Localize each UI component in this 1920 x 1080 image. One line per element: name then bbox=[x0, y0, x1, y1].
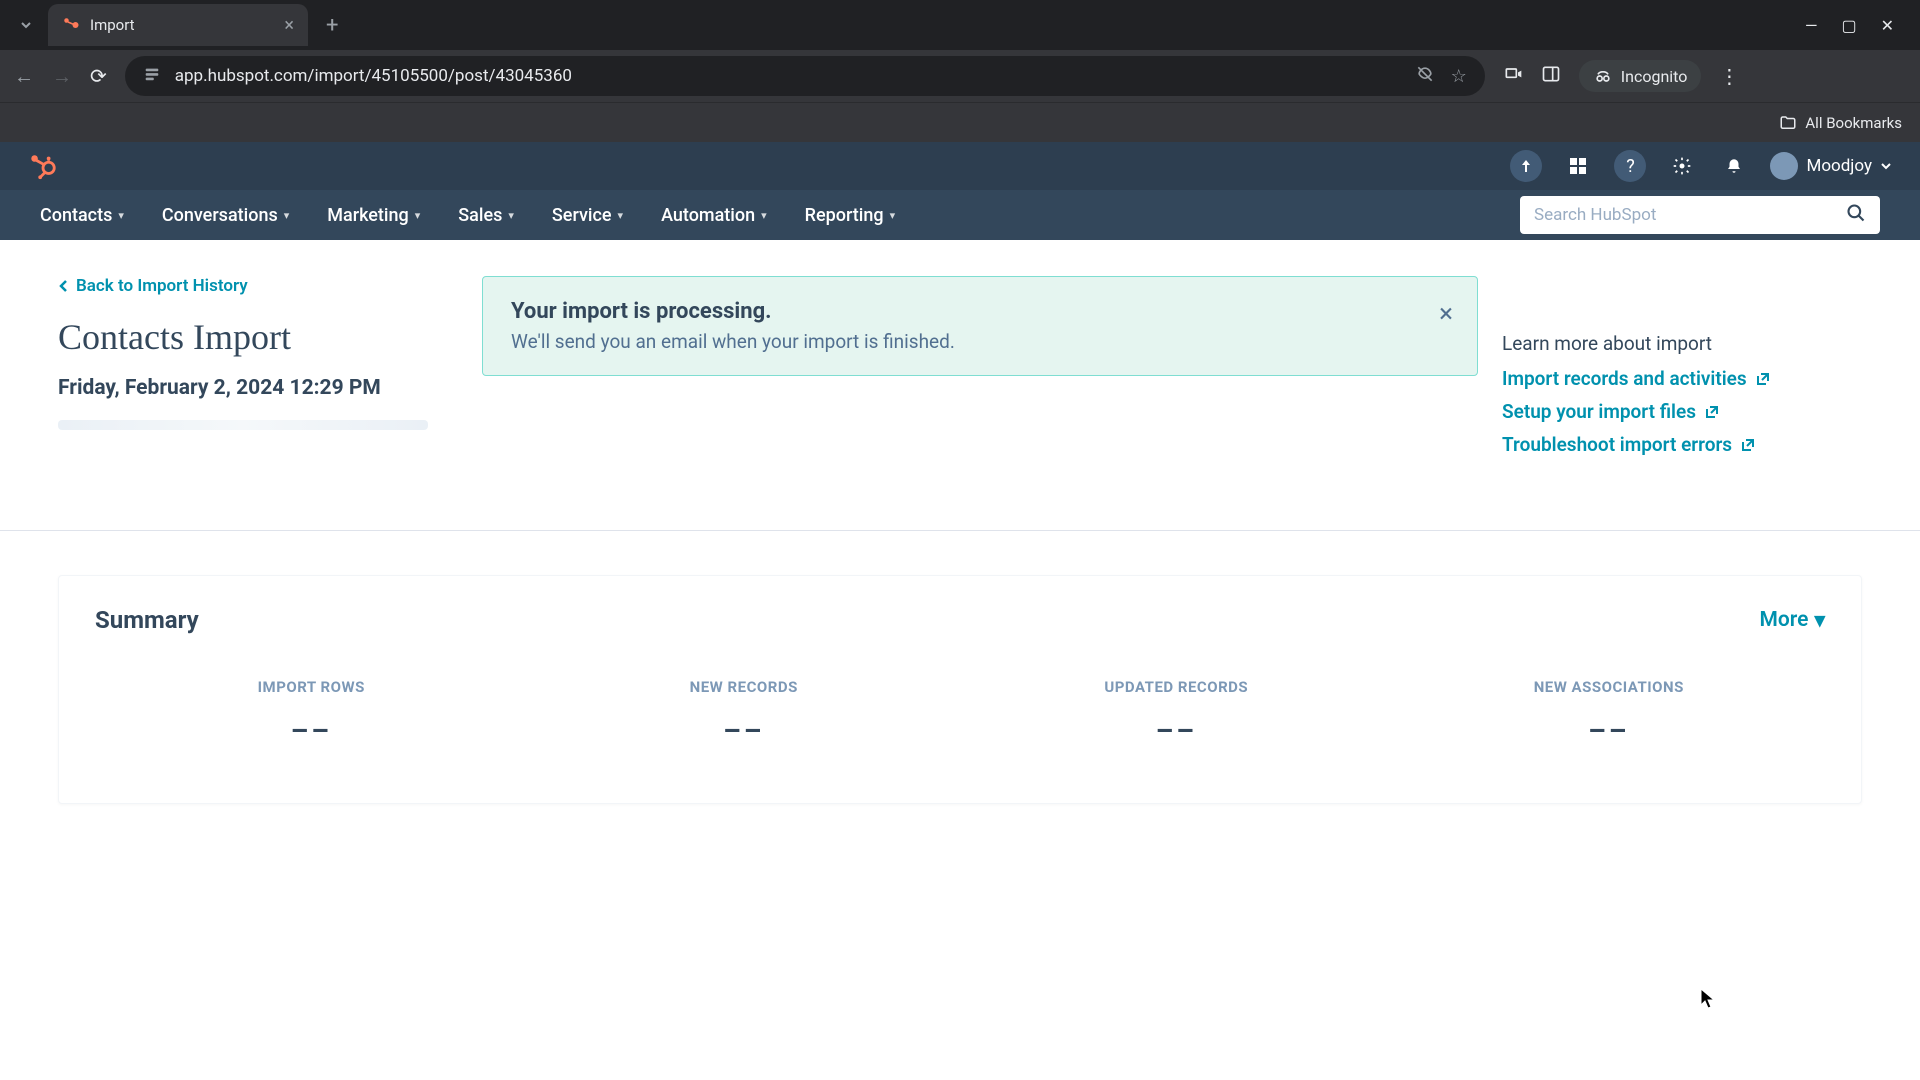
stat-label: UPDATED RECORDS bbox=[960, 678, 1393, 696]
app-nav: Contacts▾ Conversations▾ Marketing▾ Sale… bbox=[0, 190, 1920, 240]
bookmarks-bar: All Bookmarks bbox=[0, 102, 1920, 142]
summary-card: Summary More ▾ IMPORT ROWS –– NEW RECORD… bbox=[58, 575, 1862, 804]
bookmark-star-icon[interactable]: ☆ bbox=[1451, 66, 1467, 87]
loading-skeleton bbox=[58, 420, 428, 430]
nav-sales[interactable]: Sales▾ bbox=[458, 205, 514, 226]
back-button[interactable]: ← bbox=[14, 64, 34, 89]
notifications-icon[interactable] bbox=[1718, 150, 1750, 182]
nav-conversations[interactable]: Conversations▾ bbox=[162, 205, 289, 226]
nav-reporting[interactable]: Reporting▾ bbox=[805, 205, 895, 226]
marketplace-icon[interactable] bbox=[1562, 150, 1594, 182]
tab-close-button[interactable]: × bbox=[284, 15, 294, 36]
incognito-label: Incognito bbox=[1621, 67, 1688, 86]
avatar bbox=[1770, 152, 1798, 180]
side-panel-icon[interactable] bbox=[1541, 64, 1561, 89]
cursor-icon bbox=[1700, 988, 1716, 1015]
page-body: Back to Import History Contacts Import F… bbox=[0, 240, 1920, 502]
new-tab-button[interactable]: + bbox=[312, 13, 352, 38]
page-date: Friday, February 2, 2024 12:29 PM bbox=[58, 376, 458, 400]
help-heading: Learn more about import bbox=[1502, 332, 1862, 355]
stat-updated-records: UPDATED RECORDS –– bbox=[960, 678, 1393, 747]
stat-value: –– bbox=[528, 714, 961, 747]
stat-import-rows: IMPORT ROWS –– bbox=[95, 678, 528, 747]
chevron-down-icon bbox=[1880, 160, 1892, 172]
help-link-setup-files[interactable]: Setup your import files bbox=[1502, 400, 1862, 423]
stat-label: NEW RECORDS bbox=[528, 678, 961, 696]
stat-label: NEW ASSOCIATIONS bbox=[1393, 678, 1826, 696]
app-viewport: ? Moodjoy Contacts▾ Conversations▾ Marke… bbox=[0, 142, 1920, 1080]
summary-section: Summary More ▾ IMPORT ROWS –– NEW RECORD… bbox=[0, 531, 1920, 848]
page-left-column: Back to Import History Contacts Import F… bbox=[58, 276, 458, 430]
tab-strip: Import × + — ▢ ✕ bbox=[0, 0, 1920, 50]
tracking-protection-icon[interactable] bbox=[1415, 64, 1435, 89]
user-menu[interactable]: Moodjoy bbox=[1770, 152, 1892, 180]
external-link-icon bbox=[1704, 404, 1720, 420]
summary-more-dropdown[interactable]: More ▾ bbox=[1760, 608, 1825, 633]
app-header: ? Moodjoy bbox=[0, 142, 1920, 190]
maximize-button[interactable]: ▢ bbox=[1841, 16, 1856, 35]
user-name: Moodjoy bbox=[1806, 156, 1872, 176]
caret-down-icon: ▾ bbox=[1814, 608, 1825, 633]
browser-toolbar: ← → ⟳ app.hubspot.com/import/45105500/po… bbox=[0, 50, 1920, 102]
address-bar[interactable]: app.hubspot.com/import/45105500/post/430… bbox=[125, 56, 1485, 96]
reload-button[interactable]: ⟳ bbox=[90, 64, 107, 88]
site-info-icon[interactable] bbox=[143, 65, 161, 87]
hubspot-logo-icon[interactable] bbox=[28, 151, 58, 181]
help-link-troubleshoot[interactable]: Troubleshoot import errors bbox=[1502, 433, 1862, 456]
stats-row: IMPORT ROWS –– NEW RECORDS –– UPDATED RE… bbox=[95, 678, 1825, 747]
all-bookmarks-button[interactable]: All Bookmarks bbox=[1779, 114, 1902, 132]
help-sidebar: Learn more about import Import records a… bbox=[1502, 276, 1862, 466]
alert-title: Your import is processing. bbox=[511, 299, 1449, 324]
nav-arrows: ← → bbox=[14, 64, 72, 89]
nav-service[interactable]: Service▾ bbox=[552, 205, 623, 226]
search-box[interactable] bbox=[1520, 196, 1880, 234]
nav-marketing[interactable]: Marketing▾ bbox=[327, 205, 420, 226]
page-title: Contacts Import bbox=[58, 316, 458, 358]
nav-contacts[interactable]: Contacts▾ bbox=[40, 205, 124, 226]
folder-icon bbox=[1779, 114, 1797, 132]
summary-title: Summary bbox=[95, 606, 199, 634]
browser-chrome: Import × + — ▢ ✕ ← → ⟳ app.hubspot.com/i… bbox=[0, 0, 1920, 142]
external-link-icon bbox=[1755, 371, 1771, 387]
browser-menu-button[interactable]: ⋮ bbox=[1719, 64, 1739, 88]
url-text: app.hubspot.com/import/45105500/post/430… bbox=[175, 66, 1401, 86]
incognito-badge[interactable]: Incognito bbox=[1579, 60, 1702, 92]
back-to-import-history-link[interactable]: Back to Import History bbox=[58, 276, 458, 296]
processing-alert: Your import is processing. We'll send yo… bbox=[482, 276, 1478, 376]
upgrade-icon[interactable] bbox=[1510, 150, 1542, 182]
alert-close-button[interactable]: × bbox=[1439, 299, 1453, 329]
browser-tab[interactable]: Import × bbox=[48, 4, 308, 46]
search-icon[interactable] bbox=[1846, 203, 1866, 228]
stat-value: –– bbox=[960, 714, 1393, 747]
stat-value: –– bbox=[95, 714, 528, 747]
media-control-icon[interactable] bbox=[1503, 64, 1523, 89]
stat-new-associations: NEW ASSOCIATIONS –– bbox=[1393, 678, 1826, 747]
stat-value: –– bbox=[1393, 714, 1826, 747]
tab-search-dropdown[interactable] bbox=[8, 7, 44, 43]
settings-icon[interactable] bbox=[1666, 150, 1698, 182]
external-link-icon bbox=[1740, 437, 1756, 453]
nav-automation[interactable]: Automation▾ bbox=[661, 205, 767, 226]
alert-body: We'll send you an email when your import… bbox=[511, 330, 1449, 353]
stat-new-records: NEW RECORDS –– bbox=[528, 678, 961, 747]
forward-button[interactable]: → bbox=[52, 64, 72, 89]
help-icon[interactable]: ? bbox=[1614, 150, 1646, 182]
minimize-button[interactable]: — bbox=[1805, 16, 1818, 35]
hubspot-favicon-icon bbox=[62, 16, 80, 34]
help-link-import-records[interactable]: Import records and activities bbox=[1502, 367, 1862, 390]
stat-label: IMPORT ROWS bbox=[95, 678, 528, 696]
chevron-left-icon bbox=[58, 279, 68, 293]
search-input[interactable] bbox=[1534, 205, 1836, 225]
incognito-icon bbox=[1593, 66, 1613, 86]
all-bookmarks-label: All Bookmarks bbox=[1805, 114, 1902, 132]
window-controls: — ▢ ✕ bbox=[1805, 16, 1912, 35]
close-window-button[interactable]: ✕ bbox=[1881, 16, 1894, 35]
tab-title: Import bbox=[90, 16, 274, 34]
chevron-down-icon bbox=[18, 17, 34, 33]
